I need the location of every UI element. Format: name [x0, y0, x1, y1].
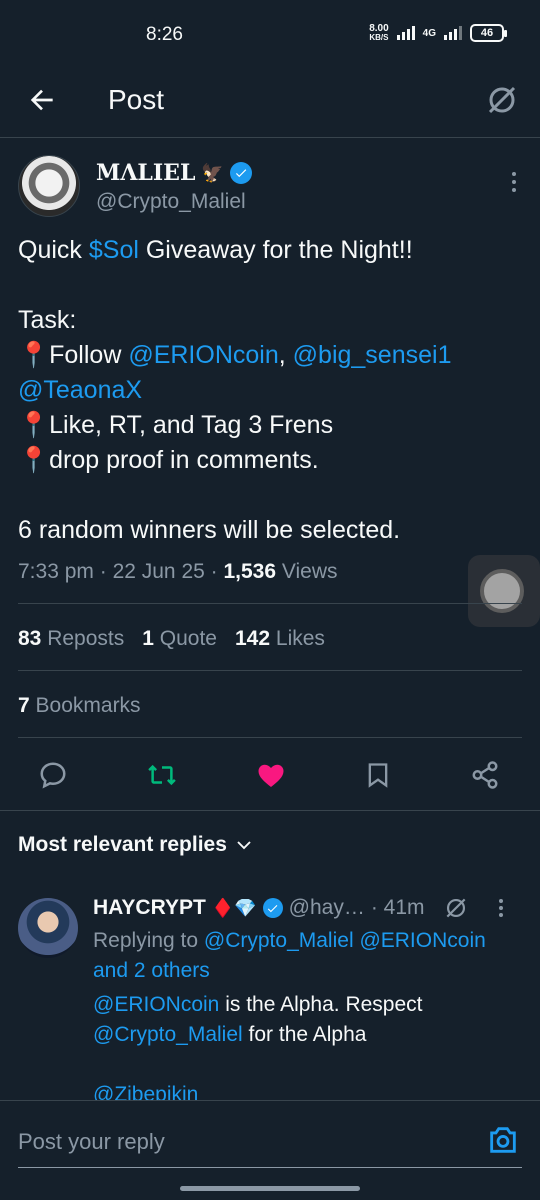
- author-avatar[interactable]: [18, 155, 80, 217]
- replying-to-line: Replying to @Crypto_Maliel @ERIONcoin an…: [93, 929, 486, 982]
- post-text: Quick $Sol Giveaway for the Night!! Task…: [18, 233, 523, 548]
- post-link[interactable]: @ERIONcoin: [128, 341, 278, 369]
- divider: [18, 670, 522, 671]
- signal-icon: [396, 26, 415, 40]
- mention-link[interactable]: @ERIONcoin: [93, 993, 219, 1016]
- grok-icon[interactable]: [443, 895, 469, 921]
- post-text-segment: Quick: [18, 236, 89, 264]
- divider: [18, 603, 522, 604]
- verified-badge-icon: [229, 162, 252, 184]
- likes-stat[interactable]: 142 Likes: [235, 627, 325, 651]
- post-link[interactable]: @TeaonaX: [18, 376, 142, 404]
- floating-assistive-button[interactable]: [468, 555, 540, 627]
- reply-more-options-icon[interactable]: [498, 899, 503, 917]
- reply-age: · 41m: [370, 896, 425, 919]
- author-name[interactable]: MΛLIEL 🦅: [96, 160, 252, 186]
- reply-author-name[interactable]: HAYCRYPT: [93, 896, 206, 920]
- page-title: Post: [108, 84, 165, 115]
- input-underline: [18, 1167, 522, 1168]
- more-options-icon[interactable]: [512, 172, 516, 192]
- reply-author-handle[interactable]: @hay…: [289, 896, 365, 920]
- engagement-stats: 83 Reposts 1 Quote 142 Likes: [18, 627, 325, 651]
- chevron-down-icon: [237, 841, 251, 850]
- reply-input[interactable]: Post your reply: [18, 1129, 165, 1155]
- home-indicator[interactable]: [180, 1186, 360, 1191]
- network-type: 4G: [422, 27, 436, 39]
- bookmarks-stat[interactable]: 7 Bookmarks: [18, 694, 141, 718]
- reply-header: HAYCRYPT ♦️💎 @hay… · 41m: [93, 895, 503, 921]
- reply-avatar[interactable]: [18, 898, 78, 958]
- grok-icon[interactable]: [484, 82, 520, 118]
- status-icons: 8.00 KB/S 4G 46: [369, 23, 507, 43]
- replying-to-others[interactable]: and 2 others: [93, 959, 210, 982]
- reply-compose-bar: Post your reply: [0, 1100, 540, 1200]
- reposts-stat[interactable]: 83 Reposts: [18, 627, 124, 651]
- post-text-segment: 📍Like, RT, and Tag 3 Frens 📍drop proof i…: [18, 411, 401, 544]
- eagle-emoji: 🦅: [201, 162, 224, 184]
- status-time: 8:26: [146, 24, 183, 45]
- replies-sort-dropdown[interactable]: Most relevant replies: [18, 833, 253, 857]
- like-icon[interactable]: [255, 760, 287, 790]
- repost-icon[interactable]: [146, 760, 178, 790]
- diamond-emoji: ♦️💎: [211, 897, 257, 918]
- network-speed: 8.00 KB/S: [369, 23, 389, 43]
- reply-icon[interactable]: [38, 760, 68, 790]
- signal-icon-2: [444, 26, 462, 40]
- divider: [0, 810, 540, 811]
- views-count: 1,536: [223, 560, 277, 583]
- reply-text: @ERIONcoin is the Alpha. Respect @Crypto…: [93, 993, 423, 1106]
- mention-link[interactable]: @Crypto_Maliel: [93, 1023, 243, 1046]
- top-bar: Post: [0, 70, 540, 138]
- verified-badge-icon: [262, 898, 283, 918]
- camera-icon[interactable]: [486, 1123, 520, 1157]
- reply-body: Replying to @Crypto_Maliel @ERIONcoin an…: [93, 926, 513, 1110]
- share-icon[interactable]: [470, 760, 500, 790]
- bookmark-icon[interactable]: [364, 760, 392, 790]
- post-text-segment: ,: [278, 341, 293, 369]
- quotes-stat[interactable]: 1 Quote: [142, 627, 217, 651]
- action-bar: [0, 748, 540, 800]
- battery-icon: 46: [470, 24, 507, 42]
- author-handle[interactable]: @Crypto_Maliel: [96, 190, 246, 214]
- divider: [18, 737, 522, 738]
- post-meta: 7:33 pm · 22 Jun 25 · 1,536 Views: [18, 560, 338, 583]
- back-arrow-icon[interactable]: [26, 84, 58, 116]
- post-link[interactable]: $Sol: [89, 236, 139, 264]
- status-bar: 8:26 8.00 KB/S 4G 46: [0, 0, 540, 70]
- post-link[interactable]: @big_sensei1: [293, 341, 452, 369]
- replying-to-links[interactable]: @Crypto_Maliel @ERIONcoin: [204, 929, 486, 952]
